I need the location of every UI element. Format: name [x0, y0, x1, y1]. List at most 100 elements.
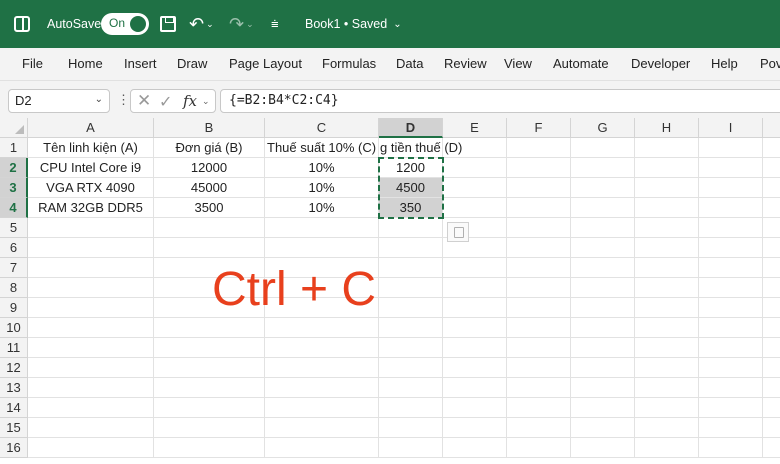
empty-cell[interactable]: [571, 358, 635, 378]
enter-icon[interactable]: ✓: [159, 92, 172, 112]
column-header-a[interactable]: A: [28, 118, 154, 138]
row-header[interactable]: 11: [0, 338, 28, 358]
empty-cell[interactable]: [635, 438, 699, 458]
empty-cell[interactable]: [265, 438, 379, 458]
empty-cell[interactable]: [635, 338, 699, 358]
empty-cell[interactable]: [443, 318, 507, 338]
row-header[interactable]: 6: [0, 238, 28, 258]
cell-d4[interactable]: 350: [379, 198, 443, 218]
empty-cell[interactable]: [763, 378, 780, 398]
worksheet-grid[interactable]: A B C D E F G H I 1 2 3 4 5 6 7 8 9 10 1…: [0, 118, 780, 464]
empty-cell[interactable]: [571, 338, 635, 358]
empty-cell[interactable]: [154, 438, 265, 458]
empty-cell[interactable]: [699, 138, 763, 158]
empty-cell[interactable]: [507, 218, 571, 238]
column-header-e[interactable]: E: [443, 118, 507, 138]
empty-cell[interactable]: [699, 238, 763, 258]
empty-cell[interactable]: [507, 338, 571, 358]
empty-cell[interactable]: [265, 358, 379, 378]
empty-cell[interactable]: [28, 378, 154, 398]
column-header-j[interactable]: [763, 118, 780, 138]
undo-icon[interactable]: ↶ ⌄: [189, 0, 214, 48]
tab-formulas[interactable]: Formulas: [322, 56, 376, 71]
empty-cell[interactable]: [635, 398, 699, 418]
tab-file[interactable]: File: [22, 56, 43, 71]
row-header[interactable]: 7: [0, 258, 28, 278]
cell-b4[interactable]: 3500: [154, 198, 265, 218]
empty-cell[interactable]: [571, 418, 635, 438]
empty-cell[interactable]: [763, 198, 780, 218]
paste-options-icon[interactable]: [447, 222, 469, 242]
empty-cell[interactable]: [265, 218, 379, 238]
tab-review[interactable]: Review: [444, 56, 487, 71]
empty-cell[interactable]: [507, 158, 571, 178]
empty-cell[interactable]: [443, 158, 507, 178]
empty-cell[interactable]: [443, 378, 507, 398]
empty-cell[interactable]: [699, 258, 763, 278]
tab-developer[interactable]: Developer: [631, 56, 690, 71]
column-header-d[interactable]: D: [379, 118, 443, 138]
empty-cell[interactable]: [379, 318, 443, 338]
formula-input[interactable]: {=B2:B4*C2:C4}: [220, 89, 780, 113]
column-header-g[interactable]: G: [571, 118, 635, 138]
customize-qat-icon[interactable]: ⩧: [271, 0, 279, 48]
empty-cell[interactable]: [443, 278, 507, 298]
empty-cell[interactable]: [28, 298, 154, 318]
empty-cell[interactable]: [28, 278, 154, 298]
empty-cell[interactable]: [571, 198, 635, 218]
empty-cell[interactable]: [763, 338, 780, 358]
empty-cell[interactable]: [265, 378, 379, 398]
empty-cell[interactable]: [265, 318, 379, 338]
row-header[interactable]: 2: [0, 158, 28, 178]
empty-cell[interactable]: [763, 278, 780, 298]
empty-cell[interactable]: [507, 438, 571, 458]
empty-cell[interactable]: [379, 358, 443, 378]
empty-cell[interactable]: [571, 318, 635, 338]
empty-cell[interactable]: [699, 298, 763, 318]
cell-b2[interactable]: 12000: [154, 158, 265, 178]
empty-cell[interactable]: [507, 178, 571, 198]
cell-c3[interactable]: 10%: [265, 178, 379, 198]
empty-cell[interactable]: [763, 358, 780, 378]
empty-cell[interactable]: [28, 438, 154, 458]
empty-cell[interactable]: [699, 338, 763, 358]
empty-cell[interactable]: [443, 258, 507, 278]
tab-power-pivot[interactable]: Pov: [760, 56, 780, 71]
row-header[interactable]: 8: [0, 278, 28, 298]
empty-cell[interactable]: [571, 178, 635, 198]
empty-cell[interactable]: [154, 338, 265, 358]
cell-a2[interactable]: CPU Intel Core i9: [28, 158, 154, 178]
cell-d2[interactable]: 1200: [379, 158, 443, 178]
empty-cell[interactable]: [28, 218, 154, 238]
empty-cell[interactable]: [265, 418, 379, 438]
empty-cell[interactable]: [763, 158, 780, 178]
empty-cell[interactable]: [154, 358, 265, 378]
empty-cell[interactable]: [443, 358, 507, 378]
row-header[interactable]: 13: [0, 378, 28, 398]
empty-cell[interactable]: [763, 318, 780, 338]
name-box[interactable]: D2 ⌄: [8, 89, 110, 113]
row-header[interactable]: 15: [0, 418, 28, 438]
empty-cell[interactable]: [635, 278, 699, 298]
cell-a3[interactable]: VGA RTX 4090: [28, 178, 154, 198]
empty-cell[interactable]: [699, 158, 763, 178]
empty-cell[interactable]: [635, 418, 699, 438]
cell-b3[interactable]: 45000: [154, 178, 265, 198]
empty-cell[interactable]: [699, 218, 763, 238]
empty-cell[interactable]: [28, 318, 154, 338]
empty-cell[interactable]: [571, 138, 635, 158]
empty-cell[interactable]: [635, 218, 699, 238]
empty-cell[interactable]: [571, 158, 635, 178]
empty-cell[interactable]: [763, 418, 780, 438]
empty-cell[interactable]: [507, 358, 571, 378]
tab-data[interactable]: Data: [396, 56, 423, 71]
empty-cell[interactable]: [265, 338, 379, 358]
empty-cell[interactable]: [443, 298, 507, 318]
empty-cell[interactable]: [154, 238, 265, 258]
empty-cell[interactable]: [28, 258, 154, 278]
empty-cell[interactable]: [154, 418, 265, 438]
empty-cell[interactable]: [265, 238, 379, 258]
empty-cell[interactable]: [154, 318, 265, 338]
empty-cell[interactable]: [379, 338, 443, 358]
empty-cell[interactable]: [635, 378, 699, 398]
